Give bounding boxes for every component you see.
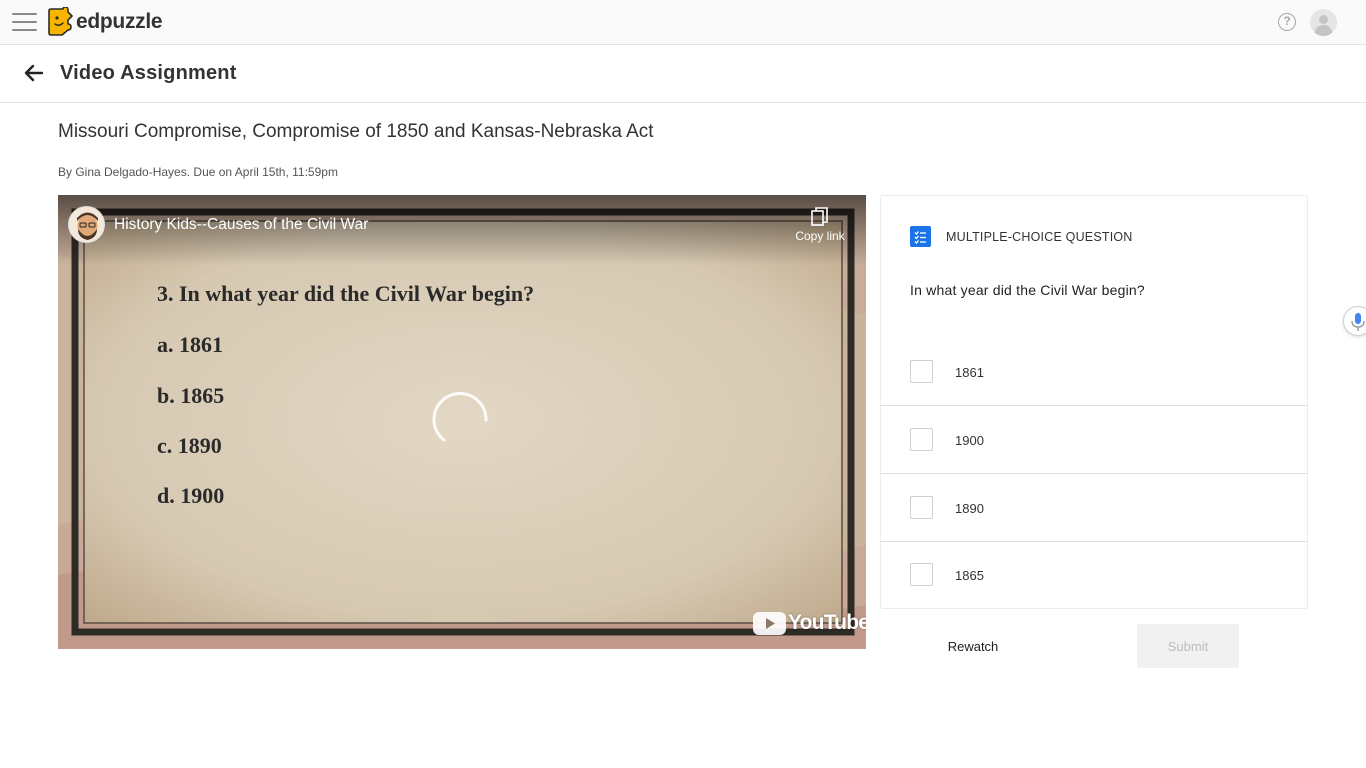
answer-option[interactable]: 1890 <box>881 474 1307 542</box>
microphone-icon <box>1351 313 1365 331</box>
page-title: Video Assignment <box>60 62 237 84</box>
answer-checkbox[interactable] <box>910 428 933 451</box>
answer-label: 1890 <box>955 501 984 516</box>
youtube-video-title[interactable]: History Kids--Causes of the Civil War <box>114 216 368 234</box>
youtube-play-icon <box>753 611 786 635</box>
voice-input-button[interactable] <box>1343 306 1366 336</box>
answer-option[interactable]: 1861 <box>881 338 1307 406</box>
answer-label: 1900 <box>955 433 984 448</box>
question-type-label: MULTIPLE-CHOICE QUESTION <box>946 230 1133 244</box>
answer-option[interactable]: 1900 <box>881 406 1307 474</box>
copy-link-button[interactable]: Copy link <box>790 207 850 243</box>
answer-option[interactable]: 1865 <box>881 541 1307 609</box>
assignment-title: Missouri Compromise, Compromise of 1850 … <box>58 121 654 142</box>
youtube-logo[interactable]: YouTube <box>753 610 866 636</box>
puzzle-piece-icon <box>48 7 73 36</box>
assignment-byline: By Gina Delgado-Hayes. Due on April 15th… <box>58 165 338 179</box>
video-on-screen-option: a. 1861 <box>157 332 223 357</box>
video-on-screen-option: c. 1890 <box>157 433 222 458</box>
answer-checkbox[interactable] <box>910 563 933 586</box>
brand-name: edpuzzle <box>76 10 163 33</box>
answer-label: 1865 <box>955 568 984 583</box>
loading-spinner-icon <box>432 392 488 442</box>
checklist-icon <box>910 226 931 247</box>
answer-checkbox[interactable] <box>910 496 933 519</box>
help-icon[interactable]: ? <box>1278 13 1296 31</box>
video-player[interactable]: History Kids--Causes of the Civil War Co… <box>58 195 866 649</box>
user-avatar-icon[interactable] <box>1310 9 1337 36</box>
copy-link-label: Copy link <box>795 229 845 243</box>
video-on-screen-option: b. 1865 <box>157 383 225 408</box>
question-card: MULTIPLE-CHOICE QUESTION In what year di… <box>880 195 1308 609</box>
top-bar: edpuzzle ? <box>0 0 1366 45</box>
video-on-screen-option: d. 1900 <box>157 483 225 508</box>
hamburger-menu-icon[interactable] <box>12 11 37 33</box>
video-on-screen-question: 3. In what year did the Civil War begin? <box>157 281 535 306</box>
answer-label: 1861 <box>955 365 984 380</box>
arrow-left-icon[interactable] <box>24 63 44 83</box>
edpuzzle-logo[interactable]: edpuzzle <box>48 7 163 37</box>
youtube-wordmark: YouTube <box>788 611 866 634</box>
channel-avatar-icon[interactable] <box>68 206 105 243</box>
submit-button[interactable]: Submit <box>1137 624 1239 668</box>
copy-icon <box>811 207 828 226</box>
page-header: Video Assignment <box>0 45 1366 103</box>
question-text: In what year did the Civil War begin? <box>910 282 1145 298</box>
answer-checkbox[interactable] <box>910 360 933 383</box>
rewatch-button[interactable]: Rewatch <box>921 624 1025 668</box>
